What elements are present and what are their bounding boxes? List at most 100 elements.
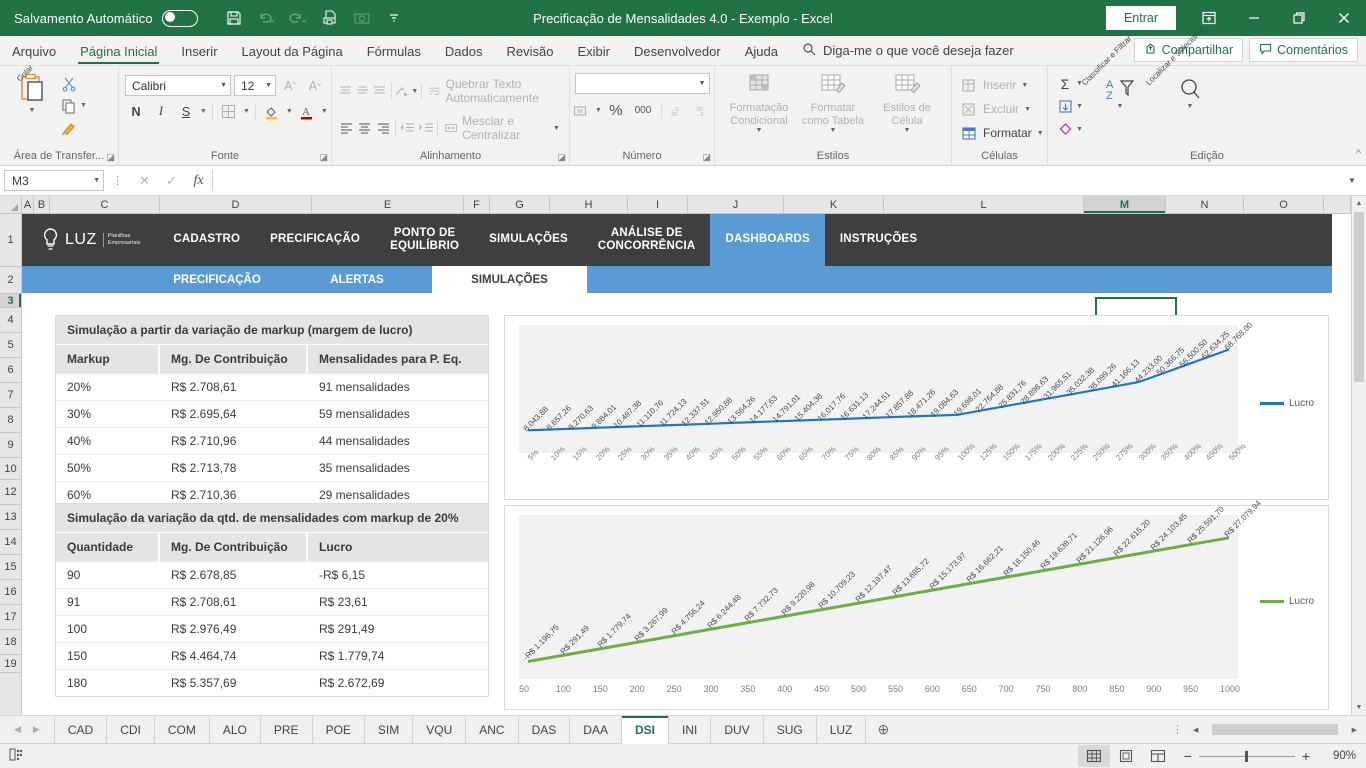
table-row[interactable]: 20% R$ 2.708,61 91 mensalidades: [56, 373, 488, 400]
bold-button[interactable]: N: [125, 101, 147, 122]
row-header-7[interactable]: 7: [0, 383, 21, 408]
vertical-scroll-thumb[interactable]: [1354, 212, 1364, 382]
format-painter-icon[interactable]: [58, 117, 80, 138]
camera-icon[interactable]: [347, 5, 377, 31]
ribbon-tab-revisao[interactable]: Revisão: [495, 40, 566, 65]
zoom-knob[interactable]: [1244, 750, 1248, 762]
tell-me-search[interactable]: Diga-me o que você deseja fazer: [790, 38, 1026, 65]
nav-item-ponto-de-equilibrio[interactable]: PONTO DE EQUILÍBRIO: [375, 214, 474, 266]
sheet-tab-anc[interactable]: ANC: [465, 715, 517, 744]
find-select-button[interactable]: Localizar e Selecionar ▼: [1144, 25, 1223, 110]
row-header-8[interactable]: 8: [0, 408, 21, 433]
row-header-2[interactable]: 2: [0, 267, 21, 294]
name-box[interactable]: M3 ▼: [4, 170, 104, 191]
merge-chevron-icon[interactable]: ▼: [553, 125, 560, 132]
font-dialog-launcher-icon[interactable]: ◪: [319, 152, 328, 163]
column-header-H[interactable]: H: [550, 196, 628, 213]
zoom-slider[interactable]: − +: [1174, 748, 1320, 764]
ribbon-tab-inserir[interactable]: Inserir: [169, 40, 229, 65]
sheet-tab-dsi[interactable]: DSI: [620, 715, 668, 744]
previous-sheet-icon[interactable]: ◀: [14, 724, 21, 735]
fill-icon[interactable]: [1054, 96, 1076, 117]
horizontal-scroll-thumb[interactable]: [1212, 724, 1338, 735]
cancel-icon[interactable]: ✕: [131, 170, 158, 192]
table-row[interactable]: 30% R$ 2.695,64 59 mensalidades: [56, 400, 488, 427]
column-header-D[interactable]: D: [160, 196, 312, 213]
sort-filter-chevron-icon[interactable]: ▼: [1116, 103, 1123, 110]
ribbon-tab-desenvolvedor[interactable]: Desenvolvedor: [622, 40, 733, 65]
print-preview-icon[interactable]: [315, 5, 345, 31]
column-header-J[interactable]: J: [688, 196, 784, 213]
align-center-icon[interactable]: [356, 118, 373, 139]
column-header-C[interactable]: C: [50, 196, 160, 213]
scroll-right-icon[interactable]: ▶: [1352, 726, 1360, 734]
underline-button[interactable]: S: [175, 101, 197, 122]
table-row[interactable]: 180 R$ 5.357,69 R$ 2.672,69: [56, 669, 488, 696]
nav-item-precificacao[interactable]: PRECIFICAÇÃO: [255, 214, 375, 266]
italic-button[interactable]: I: [150, 101, 172, 122]
subnav-item-precificacao[interactable]: PRECIFICAÇÃO: [152, 266, 282, 293]
nav-item-dashboards[interactable]: DASHBOARDS: [710, 214, 825, 266]
row-header-16[interactable]: 16: [0, 580, 21, 605]
row-header-4[interactable]: 4: [0, 308, 21, 333]
insert-chevron-icon[interactable]: ▼: [1021, 82, 1028, 89]
increase-decimal-icon[interactable]: ←0.00: [667, 100, 689, 121]
currency-chevron-icon[interactable]: ▼: [595, 107, 602, 114]
row-header-6[interactable]: 6: [0, 358, 21, 383]
nav-item-analise-de-concorrencia[interactable]: ANÁLISE DE CONCORRÊNCIA: [583, 214, 711, 266]
fill-color-icon[interactable]: [261, 101, 283, 122]
sort-filter-button[interactable]: AZ Classificar e Filtrar ▼: [1080, 34, 1153, 110]
underline-chevron-icon[interactable]: ▼: [200, 108, 207, 115]
column-header-B[interactable]: B: [34, 196, 50, 213]
sheet-nav-arrows[interactable]: ◀ ▶: [0, 724, 54, 735]
comments-button[interactable]: Comentários: [1249, 38, 1358, 62]
format-as-table-button[interactable]: Formatar como Tabela ▼: [797, 69, 869, 135]
nav-item-cadastro[interactable]: CADASTRO: [158, 214, 255, 266]
font-color-chevron-icon[interactable]: ▼: [321, 108, 328, 115]
font-color-icon[interactable]: A: [296, 101, 318, 122]
next-sheet-icon[interactable]: ▶: [33, 724, 40, 735]
delete-cells-button[interactable]: Excluir ▼: [958, 97, 1034, 121]
column-header-G[interactable]: G: [490, 196, 550, 213]
sheet-canvas[interactable]: LUZ Planilhas Empresariais CADASTRO PRECI…: [22, 214, 1366, 715]
align-bottom-icon[interactable]: [372, 81, 388, 102]
column-header-K[interactable]: K: [784, 196, 884, 213]
borders-icon[interactable]: [218, 101, 240, 122]
autosave-toggle[interactable]: [161, 9, 198, 27]
borders-chevron-icon[interactable]: ▼: [243, 108, 250, 115]
row-header-19[interactable]: 19: [0, 655, 21, 673]
normal-view-icon[interactable]: [1077, 745, 1110, 767]
ribbon-tab-arquivo[interactable]: Arquivo: [0, 40, 68, 65]
tab-split-handle[interactable]: ⋮: [1172, 723, 1183, 736]
format-chevron-icon[interactable]: ▼: [1037, 130, 1044, 137]
table-row[interactable]: 90 R$ 2.678,85 -R$ 6,15: [56, 561, 488, 588]
autosum-icon[interactable]: Σ: [1054, 73, 1076, 94]
sheet-tab-daa[interactable]: DAA: [569, 715, 621, 744]
page-layout-icon[interactable]: [1110, 745, 1142, 767]
font-size-select[interactable]: 12 ▼: [234, 75, 276, 96]
ribbon-tab-dados[interactable]: Dados: [433, 40, 495, 65]
sheet-tab-luz[interactable]: LUZ: [815, 715, 867, 744]
table-row[interactable]: 91 R$ 2.708,61 R$ 23,61: [56, 588, 488, 615]
decrease-indent-icon[interactable]: [399, 118, 416, 139]
ribbon-tab-formulas[interactable]: Fórmulas: [355, 40, 433, 65]
column-header-N[interactable]: N: [1166, 196, 1244, 213]
sheet-tab-duv[interactable]: DUV: [710, 715, 762, 744]
sign-in-button[interactable]: Entrar: [1105, 6, 1176, 30]
column-header-A[interactable]: A: [22, 196, 34, 213]
column-header-E[interactable]: E: [312, 196, 464, 213]
row-header-15[interactable]: 15: [0, 555, 21, 580]
sheet-tab-poe[interactable]: POE: [311, 715, 364, 744]
clipboard-dialog-launcher-icon[interactable]: ◪: [106, 152, 115, 163]
horizontal-scrollbar[interactable]: ◀ ▶: [1190, 722, 1360, 737]
select-all-corner[interactable]: [0, 196, 22, 213]
sheet-tab-alo[interactable]: ALO: [208, 715, 260, 744]
cut-icon[interactable]: [58, 73, 80, 94]
formula-input[interactable]: [212, 170, 1342, 191]
merge-center-button[interactable]: Mesclar e Centralizar ▼: [441, 112, 564, 144]
copy-icon[interactable]: [58, 95, 80, 116]
row-header-9[interactable]: 9: [0, 433, 21, 458]
increase-font-size-button[interactable]: A ^: [279, 75, 301, 96]
table-row[interactable]: 40% R$ 2.710,96 44 mensalidades: [56, 427, 488, 454]
conditional-formatting-button[interactable]: Formatação Condicional ▼: [723, 69, 795, 135]
